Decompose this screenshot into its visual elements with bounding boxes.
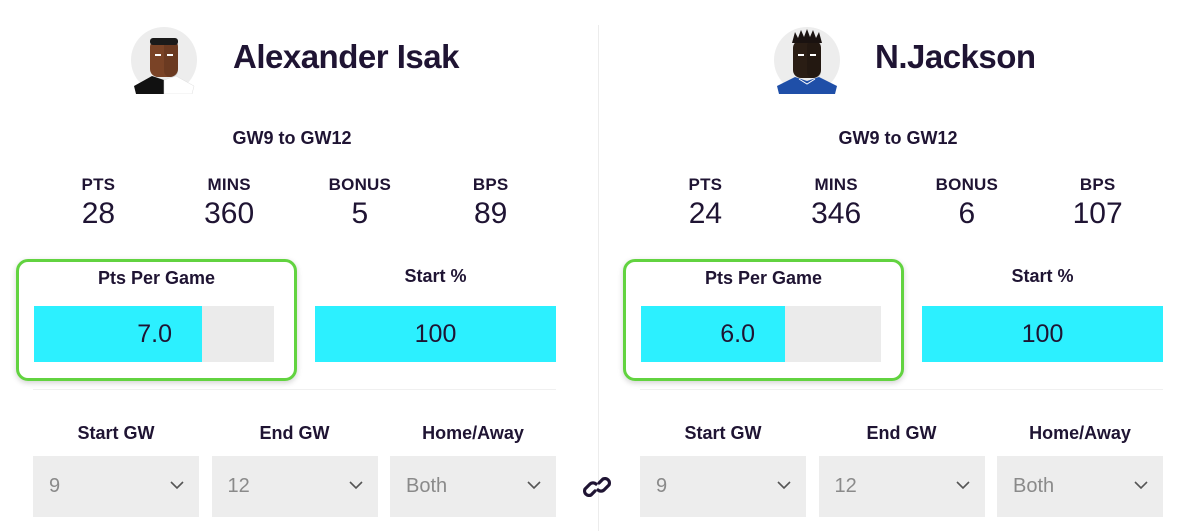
stat-mins: MINS 346 (771, 175, 902, 231)
gameweek-range: GW9 to GW12 (232, 128, 352, 148)
filters-row: Start GW 9 End GW 12 Home/Away Both (33, 423, 556, 517)
pts-per-game-title: Pts Per Game (97, 268, 216, 288)
stat-value: 24 (688, 197, 723, 230)
stat-label: PTS (688, 175, 723, 194)
chevron-down-icon (1134, 481, 1148, 490)
stat-label: MINS (814, 175, 858, 194)
start-gw-select[interactable]: 9 (640, 456, 806, 517)
start-pct-value: 100 (1021, 320, 1064, 348)
start-pct-title: Start % (404, 266, 467, 286)
chevron-down-icon (777, 481, 791, 490)
stat-value: 107 (1072, 197, 1123, 230)
pts-per-game-title: Pts Per Game (704, 268, 823, 288)
stat-mins: MINS 360 (164, 175, 295, 231)
chevron-down-icon (348, 481, 363, 490)
stat-bonus: BONUS 5 (295, 175, 426, 231)
gameweek-range: GW9 to GW12 (838, 128, 958, 148)
chevron-down-icon (170, 481, 184, 490)
chevron-down-icon (527, 481, 541, 490)
filter-label: Home/Away (1029, 423, 1131, 443)
player-header: Alexander Isak (0, 22, 600, 100)
select-value: Both (1013, 475, 1055, 497)
filter-home-away: Home/Away Both (997, 423, 1163, 517)
player-name: N.Jackson (875, 38, 1036, 75)
stat-pts: PTS 28 (33, 175, 164, 231)
filter-label: Start GW (77, 423, 155, 443)
home-away-select[interactable]: Both (997, 456, 1163, 517)
filter-start-gw: Start GW 9 (640, 423, 806, 517)
stat-value: 346 (811, 197, 862, 230)
pts-per-game-value: 6.0 (720, 320, 755, 348)
stat-pts: PTS 24 (640, 175, 771, 231)
start-pct-title: Start % (1011, 266, 1074, 286)
filters-row: Start GW 9 End GW 12 Home/Away Both (640, 423, 1163, 517)
start-pct-value: 100 (414, 320, 457, 348)
pts-per-game-card: Pts Per Game 6.0 (623, 259, 904, 381)
player-avatar-icon (131, 27, 197, 94)
select-value: 12 (834, 475, 857, 497)
stat-value: 6 (958, 197, 976, 230)
filter-home-away: Home/Away Both (390, 423, 556, 517)
stats-row: PTS 28 MINS 360 BONUS 5 BPS 89 (33, 175, 556, 231)
player-header: N.Jackson (607, 22, 1200, 100)
pts-per-game-value: 7.0 (137, 320, 172, 348)
chevron-down-icon (955, 481, 970, 490)
select-value: Both (406, 475, 448, 497)
stat-label: BONUS (935, 175, 999, 194)
stat-label: MINS (207, 175, 251, 194)
end-gw-select[interactable]: 12 (211, 456, 378, 517)
filter-end-gw: End GW 12 (211, 423, 378, 517)
stat-label: BONUS (328, 175, 392, 194)
select-value: 9 (656, 475, 668, 497)
start-pct-bar: 100 (922, 306, 1163, 362)
stat-value: 89 (473, 197, 508, 230)
stat-label: BPS (472, 175, 509, 194)
player-panel-left: Alexander Isak GW9 to GW12 PTS 28 MINS 3… (0, 0, 600, 531)
player-panel-right: N.Jackson GW9 to GW12 PTS 24 MINS 346 BO… (607, 0, 1200, 531)
end-gw-select[interactable]: 12 (818, 456, 985, 517)
stat-value: 5 (351, 197, 369, 230)
stat-label: BPS (1079, 175, 1116, 194)
stat-bps: BPS 89 (425, 175, 556, 231)
start-pct-card: Start % 100 (315, 262, 556, 382)
stat-bonus: BONUS 6 (902, 175, 1033, 231)
home-away-select[interactable]: Both (390, 456, 556, 517)
stat-label: PTS (81, 175, 116, 194)
filter-label: End GW (259, 423, 330, 443)
filter-label: Home/Away (422, 423, 524, 443)
pts-per-game-bar: 7.0 (34, 306, 274, 362)
start-pct-card: Start % 100 (922, 262, 1163, 382)
start-pct-bar: 100 (315, 306, 556, 362)
player-avatar-icon (774, 27, 840, 94)
select-value: 12 (227, 475, 250, 497)
select-value: 9 (49, 475, 61, 497)
start-gw-select[interactable]: 9 (33, 456, 199, 517)
section-divider (33, 389, 556, 390)
player-name: Alexander Isak (233, 38, 459, 75)
filter-label: End GW (866, 423, 937, 443)
stat-bps: BPS 107 (1032, 175, 1163, 231)
stat-value: 28 (81, 197, 116, 230)
filter-end-gw: End GW 12 (818, 423, 985, 517)
filter-label: Start GW (684, 423, 762, 443)
pts-per-game-bar: 6.0 (641, 306, 881, 362)
stat-value: 360 (204, 197, 255, 230)
section-divider (640, 389, 1163, 390)
link-icon[interactable] (581, 470, 613, 504)
pts-per-game-card: Pts Per Game 7.0 (16, 259, 297, 381)
filter-start-gw: Start GW 9 (33, 423, 199, 517)
stats-row: PTS 24 MINS 346 BONUS 6 BPS 107 (640, 175, 1163, 231)
